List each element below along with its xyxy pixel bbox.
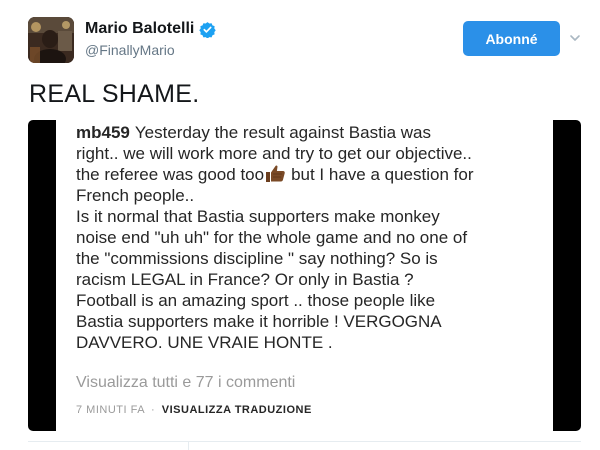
caption-line: Yesterday the result against Bastia was	[134, 123, 431, 142]
thumbs-up-icon	[264, 164, 286, 183]
avatar-photo	[28, 17, 74, 63]
caption-line: racism LEGAL in France? Or only in Basti…	[76, 270, 414, 289]
translate-link[interactable]: VISUALIZZA TRADUZIONE	[162, 404, 312, 416]
caption-line: Is it normal that Bastia supporters make…	[76, 207, 440, 226]
tweet-text: REAL SHAME.	[29, 80, 200, 108]
chevron-down-icon[interactable]	[569, 32, 581, 44]
caption-line: but I have a question for	[291, 165, 474, 184]
verified-badge-icon	[199, 21, 217, 38]
divider-tick	[188, 441, 189, 450]
caption-line: Football is an amazing sport .. those pe…	[76, 291, 436, 310]
view-all-comments-link[interactable]: Visualizza tutti e 77 i commenti	[76, 374, 295, 392]
post-caption: mb459 Yesterday the result against Bastia…	[76, 122, 536, 353]
post-meta: 7 MINUTI FA · VISUALIZZA TRADUZIONE	[76, 404, 312, 416]
caption-line: French people..	[76, 186, 195, 205]
avatar[interactable]	[28, 17, 74, 63]
instagram-post-panel: mb459 Yesterday the result against Bastia…	[56, 120, 553, 431]
caption-line: DAVVERO. UNE VRAIE HONTE .	[76, 333, 333, 352]
display-name[interactable]: Mario Balotelli	[85, 20, 194, 38]
caption-line: noise end "uh uh" for the whole game and…	[76, 228, 468, 247]
divider	[28, 441, 581, 442]
caption-line: the "commissions discipline " say nothin…	[76, 249, 438, 268]
embedded-screenshot[interactable]: mb459 Yesterday the result against Bastia…	[28, 120, 581, 431]
follow-button[interactable]: Abonné	[463, 21, 560, 56]
post-timestamp: 7 MINUTI FA	[76, 404, 145, 416]
separator-dot: ·	[151, 404, 156, 416]
user-handle[interactable]: @FinallyMario	[85, 42, 216, 58]
caption-line: Bastia supporters make it horrible ! VER…	[76, 312, 442, 331]
caption-line: right.. we will work more and try to get…	[76, 144, 472, 163]
tweet-card: Mario Balotelli @FinallyMario Abonné REA…	[0, 0, 600, 450]
post-username[interactable]: mb459	[76, 123, 130, 142]
name-row: Mario Balotelli	[85, 18, 217, 40]
caption-line: the referee was good too	[76, 165, 265, 184]
user-info: Mario Balotelli @FinallyMario	[85, 18, 217, 58]
